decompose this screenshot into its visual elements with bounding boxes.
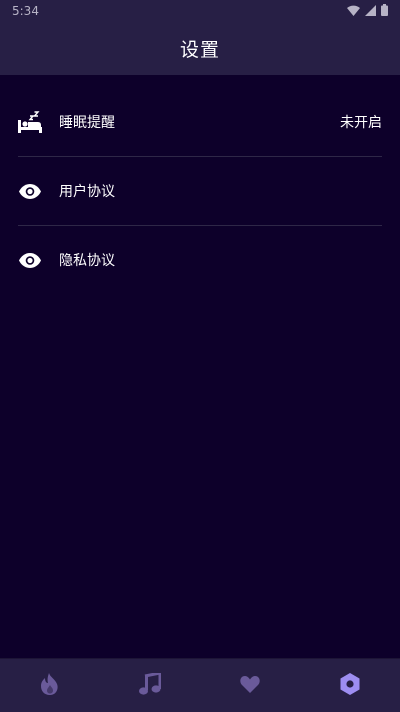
- nav-tab-settings[interactable]: [326, 662, 374, 710]
- signal-icon: [365, 4, 376, 19]
- bottom-navigation: [0, 658, 400, 712]
- eye-icon: [18, 179, 42, 203]
- bed-sleep-icon: [18, 110, 42, 134]
- status-bar: 5:34: [0, 0, 400, 22]
- settings-item-value: 未开启: [340, 115, 382, 131]
- battery-icon: [381, 4, 388, 19]
- settings-item-sleep-reminder[interactable]: 睡眠提醒 未开启: [18, 88, 382, 157]
- settings-list: 睡眠提醒 未开启 用户协议 隐私协议: [18, 88, 382, 294]
- eye-icon: [18, 248, 42, 272]
- status-time: 5:34: [12, 4, 39, 18]
- settings-item-label: 睡眠提醒: [59, 115, 115, 131]
- music-note-icon: [139, 671, 162, 699]
- nav-tab-favorites[interactable]: [226, 662, 274, 710]
- heart-icon: [240, 675, 260, 697]
- flame-icon: [40, 673, 60, 699]
- app-header: 设置: [0, 22, 400, 75]
- nav-tab-hot[interactable]: [26, 662, 74, 710]
- nav-tab-music[interactable]: [126, 662, 174, 710]
- settings-hexagon-icon: [340, 673, 360, 699]
- settings-screen: 5:34 设置 睡眠提醒 未开启 用户协议 隐私协议: [0, 0, 400, 712]
- settings-item-privacy-policy[interactable]: 隐私协议: [18, 226, 382, 294]
- page-title: 设置: [179, 39, 220, 61]
- settings-item-label: 隐私协议: [59, 253, 115, 269]
- status-icons: [347, 4, 388, 19]
- settings-item-user-agreement[interactable]: 用户协议: [18, 157, 382, 226]
- wifi-icon: [347, 5, 360, 19]
- settings-item-label: 用户协议: [59, 184, 115, 200]
